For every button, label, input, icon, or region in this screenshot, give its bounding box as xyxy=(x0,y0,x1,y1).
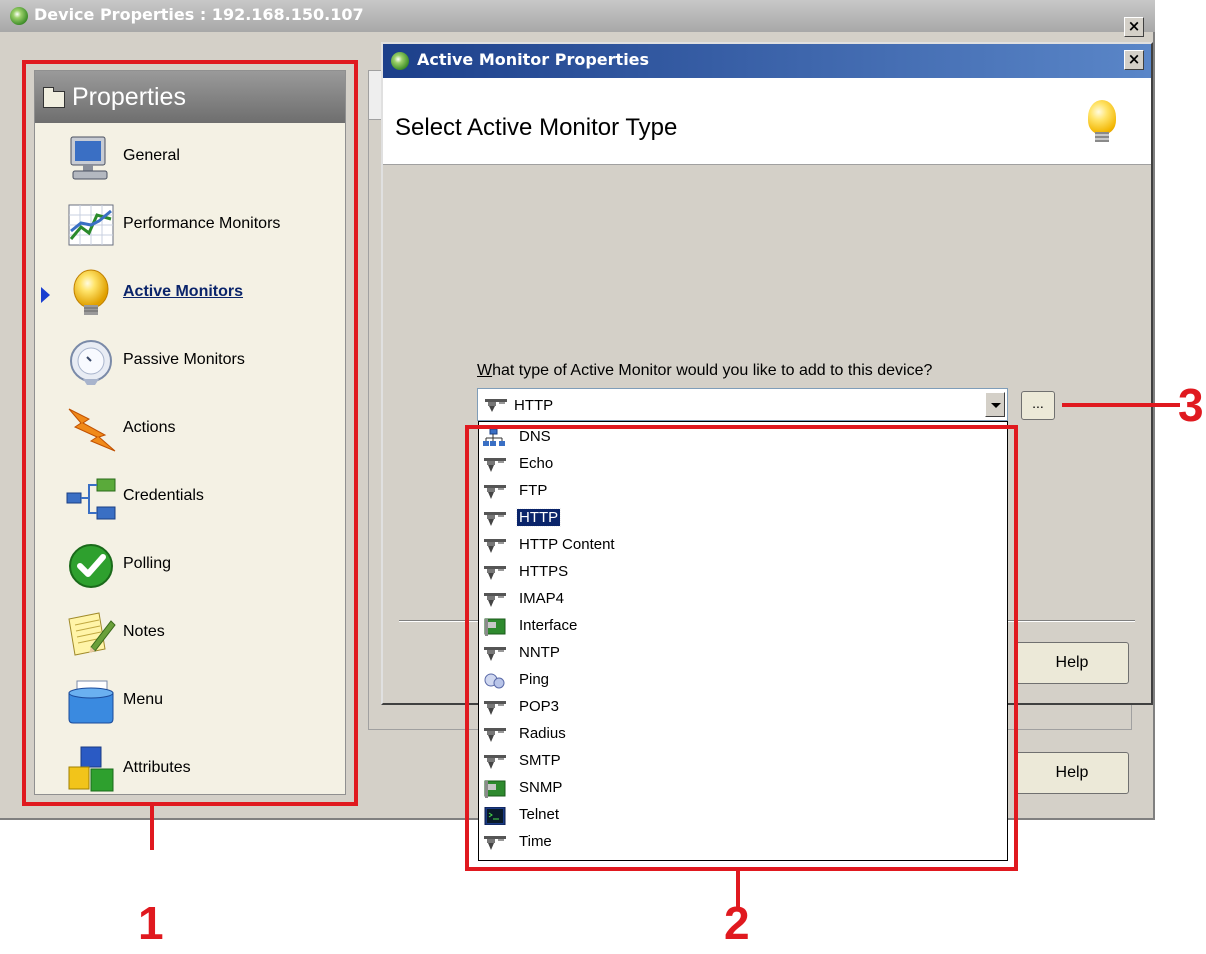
plug-icon xyxy=(484,397,508,413)
dialog-help-button[interactable]: Help xyxy=(1015,642,1129,684)
dialog-header: Select Active Monitor Type xyxy=(383,78,1151,165)
app-icon xyxy=(10,7,28,25)
parent-window-title: Device Properties : 192.168.150.107 xyxy=(34,5,364,24)
combobox-value: HTTP xyxy=(514,397,554,414)
annotation-line-1 xyxy=(150,806,154,850)
parent-help-button[interactable]: Help xyxy=(1015,752,1129,794)
annotation-line-3 xyxy=(1062,403,1180,407)
annotation-box-2 xyxy=(465,425,1018,871)
dialog-title-bar: Active Monitor Properties × xyxy=(383,44,1151,78)
monitor-type-combobox[interactable]: HTTP xyxy=(477,388,1008,421)
parent-title-bar: Device Properties : 192.168.150.107 × xyxy=(0,0,1155,37)
question-accelerator: W xyxy=(477,362,493,379)
dialog-header-text: Select Active Monitor Type xyxy=(395,114,678,141)
browse-button[interactable]: ... xyxy=(1021,391,1055,420)
annotation-label-1: 1 xyxy=(138,897,164,949)
parent-close-button[interactable]: × xyxy=(1124,17,1144,37)
annotation-label-2: 2 xyxy=(724,897,750,949)
app-icon xyxy=(391,52,409,70)
question-text: hat type of Active Monitor would you lik… xyxy=(492,362,933,379)
tab-stub xyxy=(368,70,382,120)
annotation-label-3: 3 xyxy=(1178,379,1204,431)
dialog-title: Active Monitor Properties xyxy=(417,50,650,69)
annotation-box-1 xyxy=(22,60,358,806)
dialog-close-button[interactable]: × xyxy=(1124,50,1144,70)
chevron-down-icon[interactable] xyxy=(985,392,1005,417)
monitor-type-question: What type of Active Monitor would you li… xyxy=(477,362,932,380)
